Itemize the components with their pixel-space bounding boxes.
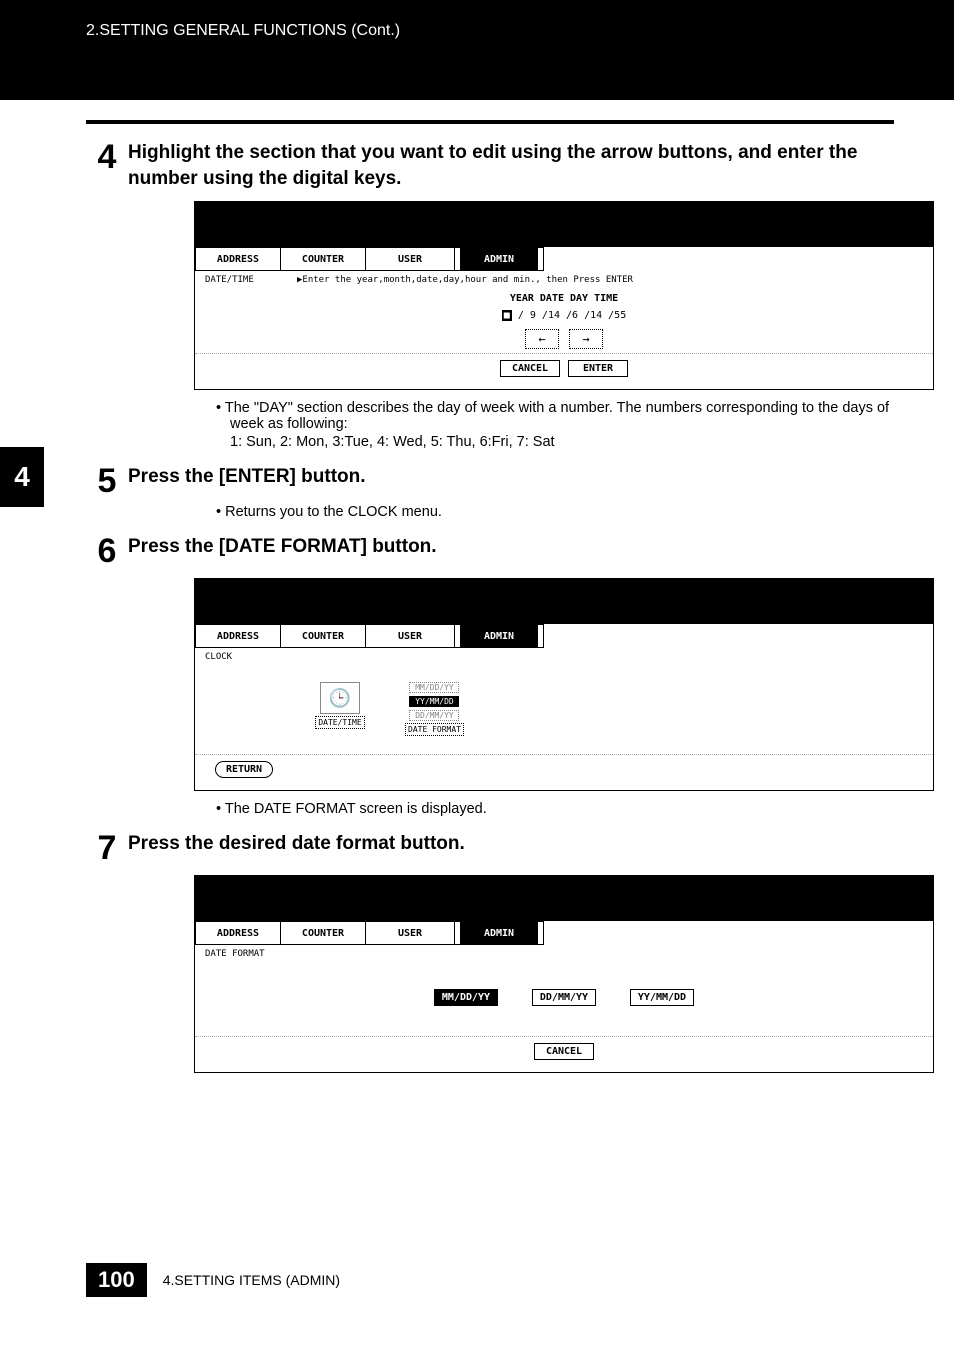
screenshot-clock: ADDRESS COUNTER USER ADMIN CLOCK 🕒 DATE/… (194, 578, 934, 791)
screen-black-bar (195, 876, 933, 921)
note-list-step5: Returns you to the CLOCK menu. (216, 504, 894, 520)
format-mmddyy-button[interactable]: MM/DD/YY (434, 989, 498, 1006)
tab-user[interactable]: USER (365, 921, 455, 945)
tab-user[interactable]: USER (365, 247, 455, 271)
screen-label: CLOCK (205, 652, 297, 662)
page-footer: 100 4.SETTING ITEMS (ADMIN) (86, 1263, 894, 1297)
step-6: 6 Press the [DATE FORMAT] button. (86, 534, 894, 568)
datetime-menu-button[interactable]: 🕒 DATE/TIME (315, 682, 365, 736)
tab-admin[interactable]: ADMIN (454, 247, 544, 271)
screen-black-bar (195, 579, 933, 624)
step-title: Press the [DATE FORMAT] button. (128, 534, 894, 560)
arrow-buttons: ← → (205, 329, 923, 349)
tab-admin[interactable]: ADMIN (454, 921, 544, 945)
note-return-clock: Returns you to the CLOCK menu. (216, 504, 894, 520)
step-4: 4 Highlight the section that you want to… (86, 140, 894, 191)
note-datefmt-shown: The DATE FORMAT screen is displayed. (216, 801, 894, 817)
screen-hint: ▶Enter the year,month,date,day,hour and … (297, 275, 633, 285)
screen-label-row: DATE FORMAT (205, 949, 923, 959)
note-list-step6: The DATE FORMAT screen is displayed. (216, 801, 894, 817)
format-ddmmyy-button[interactable]: DD/MM/YY (532, 989, 596, 1006)
tab-admin[interactable]: ADMIN (454, 624, 544, 648)
divider (195, 754, 933, 755)
screen-tabs: ADDRESS COUNTER USER ADMIN (195, 247, 933, 271)
tab-address[interactable]: ADDRESS (195, 921, 281, 945)
note-list-step4: The "DAY" section describes the day of w… (216, 400, 894, 450)
tab-counter[interactable]: COUNTER (280, 247, 366, 271)
clock-icon: 🕒 (320, 682, 360, 714)
tab-address[interactable]: ADDRESS (195, 624, 281, 648)
screen-tabs: ADDRESS COUNTER USER ADMIN (195, 921, 933, 945)
divider (195, 1036, 933, 1037)
clock-icons: 🕒 DATE/TIME MM/DD/YY YY/MM/DD DD/MM/YY D… (315, 682, 923, 736)
column-headers: YEAR DATE DAY TIME (205, 293, 923, 304)
screen-footer: RETURN (205, 761, 923, 784)
arrow-right-icon: → (582, 332, 589, 346)
arrow-right-button[interactable]: → (569, 329, 603, 349)
divider (195, 353, 933, 354)
screenshot-dateformat: ADDRESS COUNTER USER ADMIN DATE FORMAT M… (194, 875, 934, 1073)
page-content: 4 Highlight the section that you want to… (0, 100, 954, 1297)
enter-button[interactable]: ENTER (568, 360, 628, 377)
screen-hint-row: DATE/TIME ▶Enter the year,month,date,day… (205, 275, 923, 285)
note-day-map: 1: Sun, 2: Mon, 3:Tue, 4: Wed, 5: Thu, 6… (244, 434, 894, 450)
screen-footer: CANCEL ENTER (205, 360, 923, 383)
screen-label-row: CLOCK (205, 652, 923, 662)
horizontal-rule (86, 120, 894, 124)
return-button[interactable]: RETURN (215, 761, 273, 778)
year-highlight: ■ (502, 310, 512, 321)
step-number: 4 (86, 140, 128, 174)
screen-footer: CANCEL (205, 1043, 923, 1066)
page-header: 2.SETTING GENERAL FUNCTIONS (Cont.) (0, 0, 954, 100)
screen-tabs: ADDRESS COUNTER USER ADMIN (195, 624, 933, 648)
step-5: 5 Press the [ENTER] button. (86, 464, 894, 498)
page-number: 100 (86, 1263, 147, 1297)
screen-black-bar (195, 202, 933, 247)
step-title: Press the desired date format button. (128, 831, 894, 857)
step-title: Highlight the section that you want to e… (128, 140, 894, 191)
format-options: MM/DD/YY DD/MM/YY YY/MM/DD (205, 989, 923, 1006)
breadcrumb: 2.SETTING GENERAL FUNCTIONS (Cont.) (86, 22, 400, 39)
format-yymmdd-button[interactable]: YY/MM/DD (630, 989, 694, 1006)
tab-counter[interactable]: COUNTER (280, 921, 366, 945)
step-number: 7 (86, 831, 128, 865)
cancel-button[interactable]: CANCEL (500, 360, 560, 377)
step-title: Press the [ENTER] button. (128, 464, 894, 490)
tab-counter[interactable]: COUNTER (280, 624, 366, 648)
tab-address[interactable]: ADDRESS (195, 247, 281, 271)
cancel-button[interactable]: CANCEL (534, 1043, 594, 1060)
note-day-desc: The "DAY" section describes the day of w… (216, 400, 894, 450)
arrow-left-button[interactable]: ← (525, 329, 559, 349)
dateformat-menu-button[interactable]: MM/DD/YY YY/MM/DD DD/MM/YY DATE FORMAT (405, 682, 464, 736)
step-number: 5 (86, 464, 128, 498)
step-number: 6 (86, 534, 128, 568)
arrow-left-icon: ← (538, 332, 545, 346)
screen-label: DATE FORMAT (205, 949, 297, 959)
screenshot-datetime: ADDRESS COUNTER USER ADMIN DATE/TIME ▶En… (194, 201, 934, 390)
tab-user[interactable]: USER (365, 624, 455, 648)
screen-label: DATE/TIME (205, 275, 297, 285)
step-7: 7 Press the desired date format button. (86, 831, 894, 865)
date-values: ■ / 9 /14 /6 /14 /55 (205, 310, 923, 321)
footer-chapter: 4.SETTING ITEMS (ADMIN) (163, 1272, 340, 1288)
